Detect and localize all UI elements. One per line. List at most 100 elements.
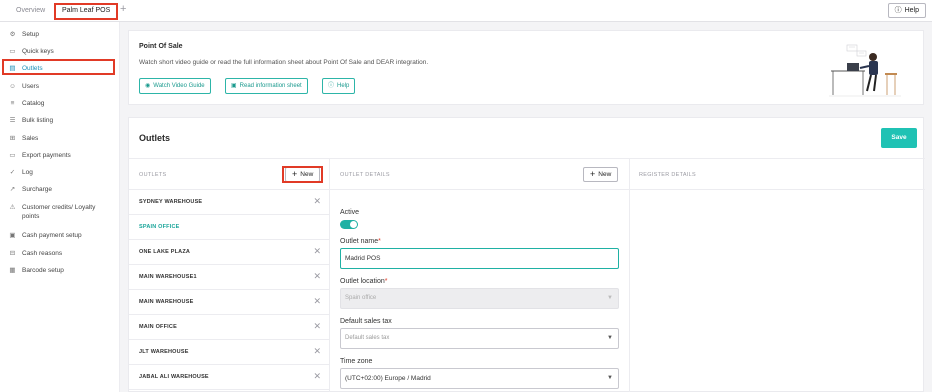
tab-palm-leaf-pos[interactable]: Palm Leaf POS — [54, 3, 119, 20]
sidebar-item-label: Setup — [22, 31, 39, 38]
outlets-column-label: OUTLETS — [139, 172, 167, 178]
plus-icon: + — [590, 169, 596, 179]
sidebar-item-label: Cash payment setup — [22, 232, 82, 239]
cash-icon: ▣ — [9, 232, 16, 239]
document-icon: ▣ — [231, 83, 237, 89]
outlet-name: ONE LAKE PLAZA — [139, 249, 191, 255]
close-icon[interactable]: ✕ — [313, 196, 321, 207]
button-label: Help — [337, 83, 350, 89]
outlet-name-label: Outlet name* — [340, 238, 381, 245]
active-toggle[interactable] — [340, 220, 358, 229]
help-circle-icon: ⓘ — [328, 83, 335, 89]
column-header-row: OUTLETS OUTLET DETAILS REGISTER DETAILS … — [129, 158, 925, 190]
add-tab-button[interactable]: + — [120, 3, 126, 15]
new-button-label: New — [598, 171, 612, 178]
sidebar-item-export-payments[interactable]: ▭ Export payments — [0, 151, 120, 160]
close-icon[interactable]: ✕ — [313, 296, 321, 307]
outlets-title: Outlets — [139, 133, 171, 143]
column-divider — [329, 158, 330, 392]
key-icon: ▭ — [9, 48, 16, 55]
time-zone-label: Time zone — [340, 358, 373, 365]
close-icon[interactable]: ✕ — [313, 321, 321, 332]
sidebar-item-label: Quick keys — [22, 48, 54, 55]
outlet-name: JABAL ALI WAREHOUSE — [139, 374, 209, 380]
sidebar-item-customer-credits[interactable]: ⚠ Customer credits/ Loyalty points — [0, 203, 110, 221]
outlet-details-column-label: OUTLET DETAILS — [340, 172, 390, 178]
time-zone-select[interactable]: (UTC+02:00) Europe / Madrid ▼ — [340, 368, 619, 389]
outlet-list-item[interactable]: SPAIN OFFICE — [129, 215, 329, 240]
info-title: Point Of Sale — [139, 43, 183, 50]
sidebar-item-label: Bulk listing — [22, 117, 54, 124]
sidebar-item-label: Surcharge — [22, 186, 52, 193]
gear-icon: ⚙ — [9, 31, 16, 38]
outlet-list-item[interactable]: MAIN WAREHOUSE1 ✕ — [129, 265, 329, 290]
sidebar-item-surcharge[interactable]: ↗ Surcharge — [0, 185, 120, 194]
surcharge-icon: ↗ — [9, 186, 16, 193]
log-icon: ✓ — [9, 169, 16, 176]
outlet-list-item[interactable]: JLT WAREHOUSE ✕ — [129, 340, 329, 365]
sidebar-item-barcode-setup[interactable]: ▦ Barcode setup — [0, 266, 120, 275]
help-circle-icon: ⓘ — [894, 7, 902, 14]
sidebar-item-cash-payment-setup[interactable]: ▣ Cash payment setup — [0, 231, 120, 240]
cash-reasons-icon: ⊟ — [9, 250, 16, 257]
sidebar-item-cash-reasons[interactable]: ⊟ Cash reasons — [0, 249, 120, 258]
read-information-sheet-button[interactable]: ▣ Read information sheet — [225, 78, 308, 94]
close-icon[interactable]: ✕ — [313, 346, 321, 357]
sidebar-item-label: Catalog — [22, 100, 45, 107]
sidebar-item-setup[interactable]: ⚙ Setup — [0, 30, 120, 39]
sidebar-item-label: Sales — [22, 135, 39, 142]
sidebar-item-label: Export payments — [22, 152, 71, 159]
barcode-icon: ▦ — [9, 267, 16, 274]
chevron-down-icon: ▼ — [607, 375, 613, 381]
sidebar-item-catalog[interactable]: ≡ Catalog — [0, 99, 120, 108]
annotation-highlight-new-button — [282, 166, 323, 183]
tab-overview[interactable]: Overview — [16, 4, 45, 18]
help-button[interactable]: ⓘ Help — [887, 3, 926, 18]
sidebar-item-label: Barcode setup — [22, 267, 64, 274]
play-icon: ◉ — [145, 83, 151, 89]
outlet-name: SPAIN OFFICE — [139, 224, 180, 230]
chevron-down-icon: ▼ — [607, 295, 613, 301]
outlet-location-select: Spain office ▼ — [340, 288, 619, 309]
person-at-desk-illustration — [829, 44, 901, 97]
export-icon: ▭ — [9, 152, 16, 159]
sidebar-item-sales[interactable]: ⊞ Sales — [0, 134, 120, 143]
outlet-list-item[interactable]: MAIN WAREHOUSE ✕ — [129, 290, 329, 315]
active-label: Active — [340, 209, 360, 216]
outlet-list-item[interactable]: MAIN OFFICE ✕ — [129, 315, 329, 340]
help-button-label: Help — [904, 7, 919, 14]
close-icon[interactable]: ✕ — [313, 246, 321, 257]
outlet-name-input[interactable]: Madrid POS — [340, 248, 619, 269]
close-icon[interactable]: ✕ — [313, 371, 321, 382]
users-icon: ☺ — [9, 83, 16, 90]
sidebar-item-label: Log — [22, 169, 33, 176]
outlet-name: JLT WAREHOUSE — [139, 349, 189, 355]
new-outlet-details-button[interactable]: + New — [583, 167, 619, 182]
outlet-list-item[interactable]: ONE LAKE PLAZA ✕ — [129, 240, 329, 265]
list-icon: ≡ — [10, 100, 15, 107]
sidebar-item-label: Users — [22, 83, 39, 90]
info-help-button[interactable]: ⓘ Help — [322, 78, 356, 94]
button-label: Watch Video Guide — [153, 83, 205, 89]
default-sales-tax-select[interactable]: Default sales tax ▼ — [340, 328, 619, 349]
sidebar: ⚙ Setup ▭ Quick keys ▤ Outlets ☺ Users ≡… — [0, 22, 120, 392]
outlet-name: MAIN WAREHOUSE — [139, 299, 194, 305]
outlet-list-item[interactable]: JABAL ALI WAREHOUSE ✕ — [129, 365, 329, 390]
watch-video-guide-button[interactable]: ◉ Watch Video Guide — [139, 78, 211, 94]
sidebar-item-users[interactable]: ☺ Users — [0, 82, 120, 91]
button-label: Read information sheet — [239, 83, 302, 89]
outlets-card: Outlets Save OUTLETS OUTLET DETAILS REGI… — [128, 117, 925, 392]
sidebar-item-label: Cash reasons — [22, 250, 63, 257]
credits-icon: ⚠ — [9, 204, 16, 211]
close-icon[interactable]: ✕ — [313, 271, 321, 282]
outlet-name: MAIN WAREHOUSE1 — [139, 274, 197, 280]
top-tab-bar: Overview Palm Leaf POS + ⓘ Help — [0, 0, 932, 22]
outlet-list-item[interactable]: SYDNEY WAREHOUSE ✕ — [129, 190, 329, 215]
outlet-location-label: Outlet location* — [340, 278, 388, 285]
sidebar-item-bulk-listing[interactable]: ☰ Bulk listing — [0, 116, 120, 125]
default-sales-tax-label: Default sales tax — [340, 318, 392, 325]
sidebar-item-log[interactable]: ✓ Log — [0, 168, 120, 177]
save-button[interactable]: Save — [881, 128, 917, 148]
sidebar-item-quick-keys[interactable]: ▭ Quick keys — [0, 47, 120, 56]
sales-icon: ⊞ — [9, 135, 16, 142]
